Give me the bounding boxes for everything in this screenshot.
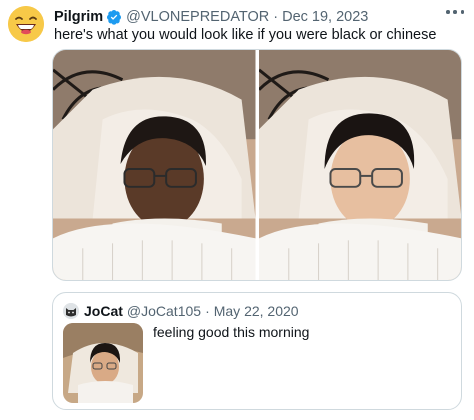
quoted-tweet[interactable]: JoCat @JoCat105 · May 22, 2020 feeling g… bbox=[52, 292, 462, 410]
quoted-author-display-name[interactable]: JoCat bbox=[84, 303, 123, 319]
header-separator: · bbox=[273, 9, 279, 25]
quoted-tweet-text: feeling good this morning bbox=[153, 324, 310, 340]
quoted-media-thumbnail[interactable] bbox=[63, 323, 143, 403]
photo-illustration bbox=[258, 50, 461, 280]
tweet[interactable]: Pilgrim @VLONEPREDATOR · Dec 19, 2023 he… bbox=[0, 0, 474, 420]
dot bbox=[453, 10, 457, 14]
verified-badge-icon bbox=[107, 10, 122, 25]
author-handle[interactable]: @VLONEPREDATOR bbox=[126, 9, 269, 25]
tweet-text: here's what you would look like if you w… bbox=[54, 27, 437, 43]
cat-avatar-icon bbox=[63, 303, 79, 319]
quoted-author-avatar[interactable] bbox=[63, 303, 79, 319]
photo-illustration bbox=[53, 50, 256, 280]
dot bbox=[446, 10, 450, 14]
quoted-tweet-timestamp[interactable]: May 22, 2020 bbox=[214, 303, 299, 319]
tweet-media[interactable] bbox=[52, 49, 462, 281]
quoted-author-handle[interactable]: @JoCat105 bbox=[127, 303, 201, 319]
more-options-icon[interactable] bbox=[446, 10, 464, 16]
media-photo-1[interactable] bbox=[53, 50, 256, 280]
author-avatar[interactable] bbox=[8, 6, 44, 42]
laughing-emoji-icon bbox=[8, 6, 44, 42]
author-display-name[interactable]: Pilgrim bbox=[54, 9, 103, 25]
dot bbox=[460, 10, 464, 14]
tweet-timestamp[interactable]: Dec 19, 2023 bbox=[282, 9, 368, 25]
tweet-header: Pilgrim @VLONEPREDATOR · Dec 19, 2023 bbox=[54, 8, 368, 26]
quoted-tweet-header: JoCat @JoCat105 · May 22, 2020 bbox=[84, 303, 299, 319]
photo-illustration bbox=[63, 323, 143, 403]
media-photo-2[interactable] bbox=[258, 50, 461, 280]
quoted-header-separator: · bbox=[205, 303, 210, 319]
